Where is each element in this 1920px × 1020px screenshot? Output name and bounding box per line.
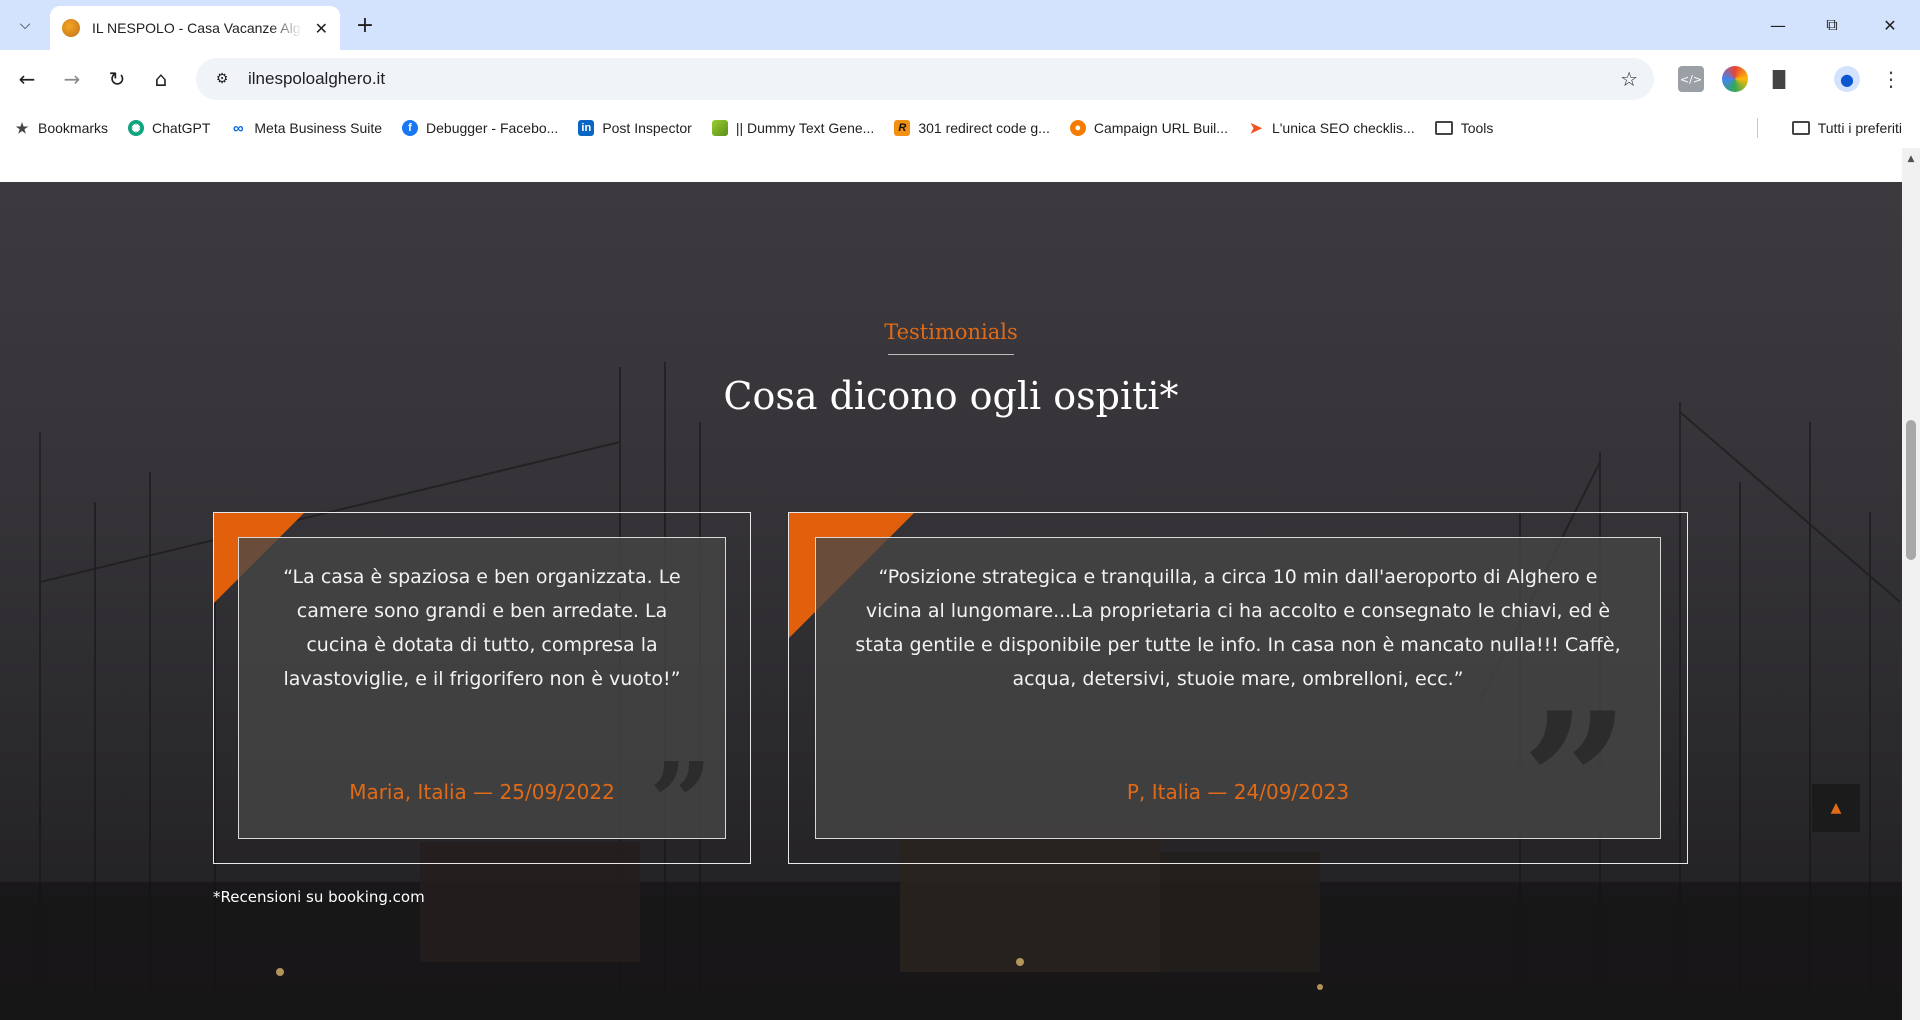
chevron-down-icon: ⌵ bbox=[19, 17, 31, 33]
bookmark-item-meta[interactable]: ∞ Meta Business Suite bbox=[230, 119, 383, 137]
quote-mark-icon: ” bbox=[1521, 671, 1631, 894]
site-favicon-icon bbox=[62, 19, 80, 37]
scroll-thumb[interactable] bbox=[1906, 420, 1916, 560]
browser-toolbar: ← → ↻ ⌂ ⚙ ilnespoloalghero.it ☆ </> █ ● … bbox=[0, 50, 1920, 108]
tab-search-button[interactable]: ⌵ bbox=[10, 10, 40, 40]
chevron-up-icon: ▲ bbox=[1830, 800, 1842, 816]
close-tab-icon[interactable]: ✕ bbox=[315, 19, 328, 38]
reviews-footnote: *Recensioni su booking.com bbox=[213, 888, 425, 906]
folder-icon bbox=[1434, 121, 1453, 135]
bookmark-label: Meta Business Suite bbox=[254, 120, 383, 136]
code-extension-icon[interactable]: </> bbox=[1678, 66, 1704, 92]
folder-icon bbox=[1791, 121, 1810, 135]
close-window-button[interactable]: ✕ bbox=[1870, 10, 1910, 40]
bookmark-item-redirect[interactable]: R 301 redirect code g... bbox=[894, 120, 1050, 136]
tab-title: IL NESPOLO - Casa Vacanze Alghero bbox=[92, 20, 302, 36]
tab-strip: ⌵ IL NESPOLO - Casa Vacanze Alghero ✕ + … bbox=[0, 0, 1920, 50]
redirect-icon: R bbox=[894, 120, 911, 136]
bookmark-item-post-inspector[interactable]: in Post Inspector bbox=[578, 120, 692, 136]
site-info-icon[interactable]: ⚙ bbox=[212, 69, 232, 89]
quote-mark-icon: ” bbox=[649, 738, 713, 867]
bookmark-item-campaign[interactable]: ● Campaign URL Buil... bbox=[1069, 120, 1228, 136]
bookmark-label: || Dummy Text Gene... bbox=[735, 120, 875, 136]
scroll-up-icon[interactable]: ▲ bbox=[1902, 154, 1920, 164]
address-bar[interactable]: ⚙ ilnespoloalghero.it ☆ bbox=[196, 58, 1654, 100]
bookmark-item-bookmarks[interactable]: ★ Bookmarks bbox=[14, 119, 109, 137]
bookmarks-divider bbox=[1757, 118, 1758, 138]
bookmark-label: Post Inspector bbox=[602, 120, 692, 136]
back-to-top-button[interactable]: ▲ bbox=[1812, 784, 1860, 832]
star-icon: ★ bbox=[15, 119, 29, 136]
back-button[interactable]: ← bbox=[12, 64, 42, 94]
facebook-icon: f bbox=[402, 120, 419, 136]
menu-kebab-icon[interactable]: ⋮ bbox=[1878, 66, 1904, 92]
minimize-button[interactable]: — bbox=[1758, 10, 1798, 40]
page-viewport: Testimonials Cosa dicono ogli ospiti* “L… bbox=[0, 148, 1902, 1020]
testimonial-quote: “La casa è spaziosa e ben organizzata. L… bbox=[283, 566, 681, 690]
bookmarks-bar: ★ Bookmarks ✺ ChatGPT ∞ Meta Business Su… bbox=[0, 108, 1920, 148]
testimonials-section: Testimonials Cosa dicono ogli ospiti* “L… bbox=[0, 182, 1902, 1020]
bookmark-item-tools[interactable]: Tools bbox=[1434, 120, 1494, 136]
new-tab-button[interactable]: + bbox=[352, 12, 378, 38]
bookmark-label: Debugger - Facebo... bbox=[426, 120, 559, 136]
tag-underline bbox=[888, 354, 1014, 355]
chatgpt-icon: ✺ bbox=[128, 120, 145, 136]
bookmark-label: L'unica SEO checklis... bbox=[1271, 120, 1415, 136]
testimonial-card: “La casa è spaziosa e ben organizzata. L… bbox=[213, 512, 751, 864]
section-title: Cosa dicono ogli ospiti* bbox=[723, 374, 1179, 418]
profile-avatar-icon[interactable]: ● bbox=[1834, 66, 1860, 92]
bookmark-label: Campaign URL Buil... bbox=[1093, 120, 1228, 136]
dummy-text-icon bbox=[711, 120, 728, 136]
forward-button[interactable]: → bbox=[57, 64, 87, 94]
page-scrollbar[interactable]: ▲ bbox=[1902, 148, 1920, 1020]
bookmark-item-debugger[interactable]: f Debugger - Facebo... bbox=[402, 120, 558, 136]
section-tag: Testimonials bbox=[884, 320, 1018, 344]
color-extension-icon[interactable] bbox=[1722, 66, 1748, 92]
bookmark-label: 301 redirect code g... bbox=[918, 120, 1050, 136]
all-bookmarks-folder[interactable]: Tutti i preferiti bbox=[1791, 108, 1902, 148]
bookmark-label: ChatGPT bbox=[152, 120, 211, 136]
testimonial-inner: “La casa è spaziosa e ben organizzata. L… bbox=[238, 537, 726, 858]
home-button[interactable]: ⌂ bbox=[146, 64, 176, 94]
testimonial-inner: “Posizione strategica e tranquilla, a ci… bbox=[815, 537, 1661, 878]
bookmark-item-seo[interactable]: ➤ L'unica SEO checklis... bbox=[1248, 120, 1415, 137]
bookmark-label: Bookmarks bbox=[38, 120, 109, 136]
campaign-icon: ● bbox=[1069, 120, 1086, 136]
meta-icon: ∞ bbox=[233, 119, 244, 137]
active-tab[interactable]: IL NESPOLO - Casa Vacanze Alghero ✕ bbox=[50, 6, 340, 50]
reload-button[interactable]: ↻ bbox=[102, 64, 132, 94]
all-bookmarks-label: Tutti i preferiti bbox=[1817, 120, 1902, 136]
linkedin-icon: in bbox=[578, 120, 595, 136]
seo-icon: ➤ bbox=[1249, 120, 1263, 137]
bookmark-star-icon[interactable]: ☆ bbox=[1620, 67, 1638, 91]
bookmark-label: Tools bbox=[1460, 120, 1494, 136]
testimonial-card: “Posizione strategica e tranquilla, a ci… bbox=[788, 512, 1688, 878]
extensions-puzzle-icon[interactable]: █ bbox=[1766, 66, 1792, 92]
bookmark-item-chatgpt[interactable]: ✺ ChatGPT bbox=[128, 120, 210, 136]
restore-button[interactable]: ⧉ bbox=[1812, 10, 1852, 40]
bookmark-item-dummy-text[interactable]: || Dummy Text Gene... bbox=[711, 120, 875, 136]
url-text: ilnespoloalghero.it bbox=[248, 69, 386, 88]
